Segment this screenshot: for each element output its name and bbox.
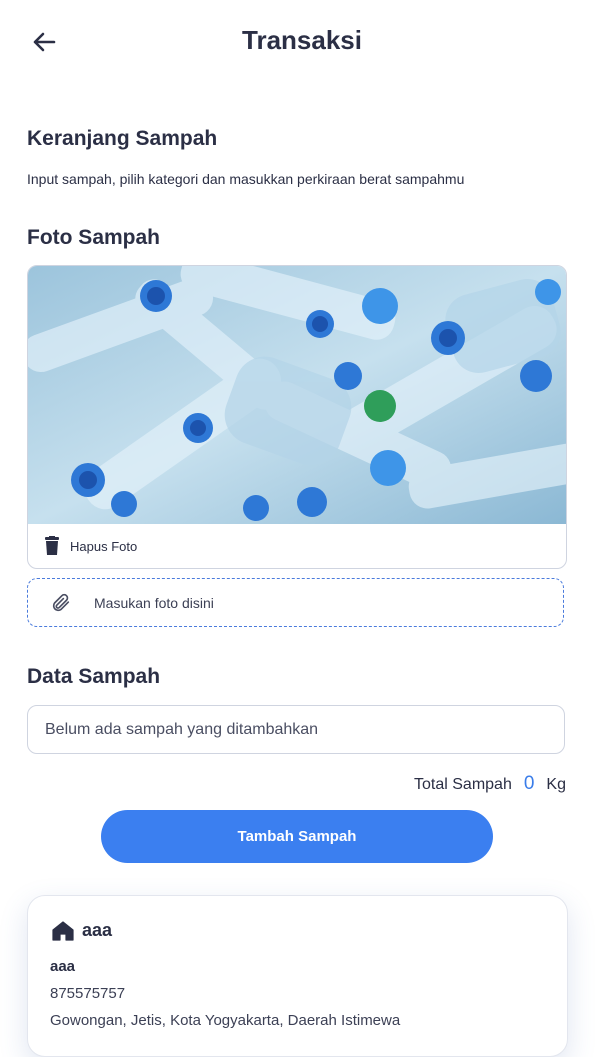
- add-waste-button[interactable]: Tambah Sampah: [101, 810, 493, 863]
- total-waste-value: 0: [523, 773, 535, 794]
- total-waste-label: Total Sampah: [414, 776, 512, 793]
- app-header: Transaksi: [0, 0, 604, 86]
- total-waste-unit: Kg: [546, 776, 566, 793]
- page-title: Transaksi: [242, 25, 362, 55]
- cart-heading: Keranjang Sampah: [27, 127, 218, 150]
- address-name: aaa: [50, 958, 76, 975]
- paperclip-icon: [52, 593, 70, 611]
- upload-label: Masukan foto disini: [94, 594, 214, 611]
- address-phone: 875575757: [50, 985, 126, 1002]
- waste-data-heading: Data Sampah: [27, 665, 161, 688]
- photo-heading: Foto Sampah: [27, 226, 161, 249]
- photo-card: Hapus Foto: [27, 265, 567, 569]
- remove-photo-button[interactable]: Hapus Foto: [44, 536, 137, 556]
- waste-empty-text: Belum ada sampah yang ditambahkan: [45, 720, 319, 738]
- trash-icon: [45, 536, 59, 555]
- total-waste: Total Sampah 0 Kg: [414, 773, 566, 795]
- remove-photo-label: Hapus Foto: [70, 538, 138, 554]
- home-icon: [52, 920, 74, 941]
- waste-list-field: Belum ada sampah yang ditambahkan: [27, 705, 565, 754]
- address-street: Gowongan, Jetis, Kota Yogyakarta, Daerah…: [50, 1012, 401, 1029]
- cart-subtitle: Input sampah, pilih kategori dan masukka…: [27, 171, 465, 187]
- address-card[interactable]: aaa aaa 875575757 Gowongan, Jetis, Kota …: [27, 895, 568, 1057]
- photo-upload-dropzone[interactable]: Masukan foto disini: [27, 578, 564, 627]
- waste-photo: [28, 266, 566, 524]
- address-label: aaa: [82, 920, 113, 940]
